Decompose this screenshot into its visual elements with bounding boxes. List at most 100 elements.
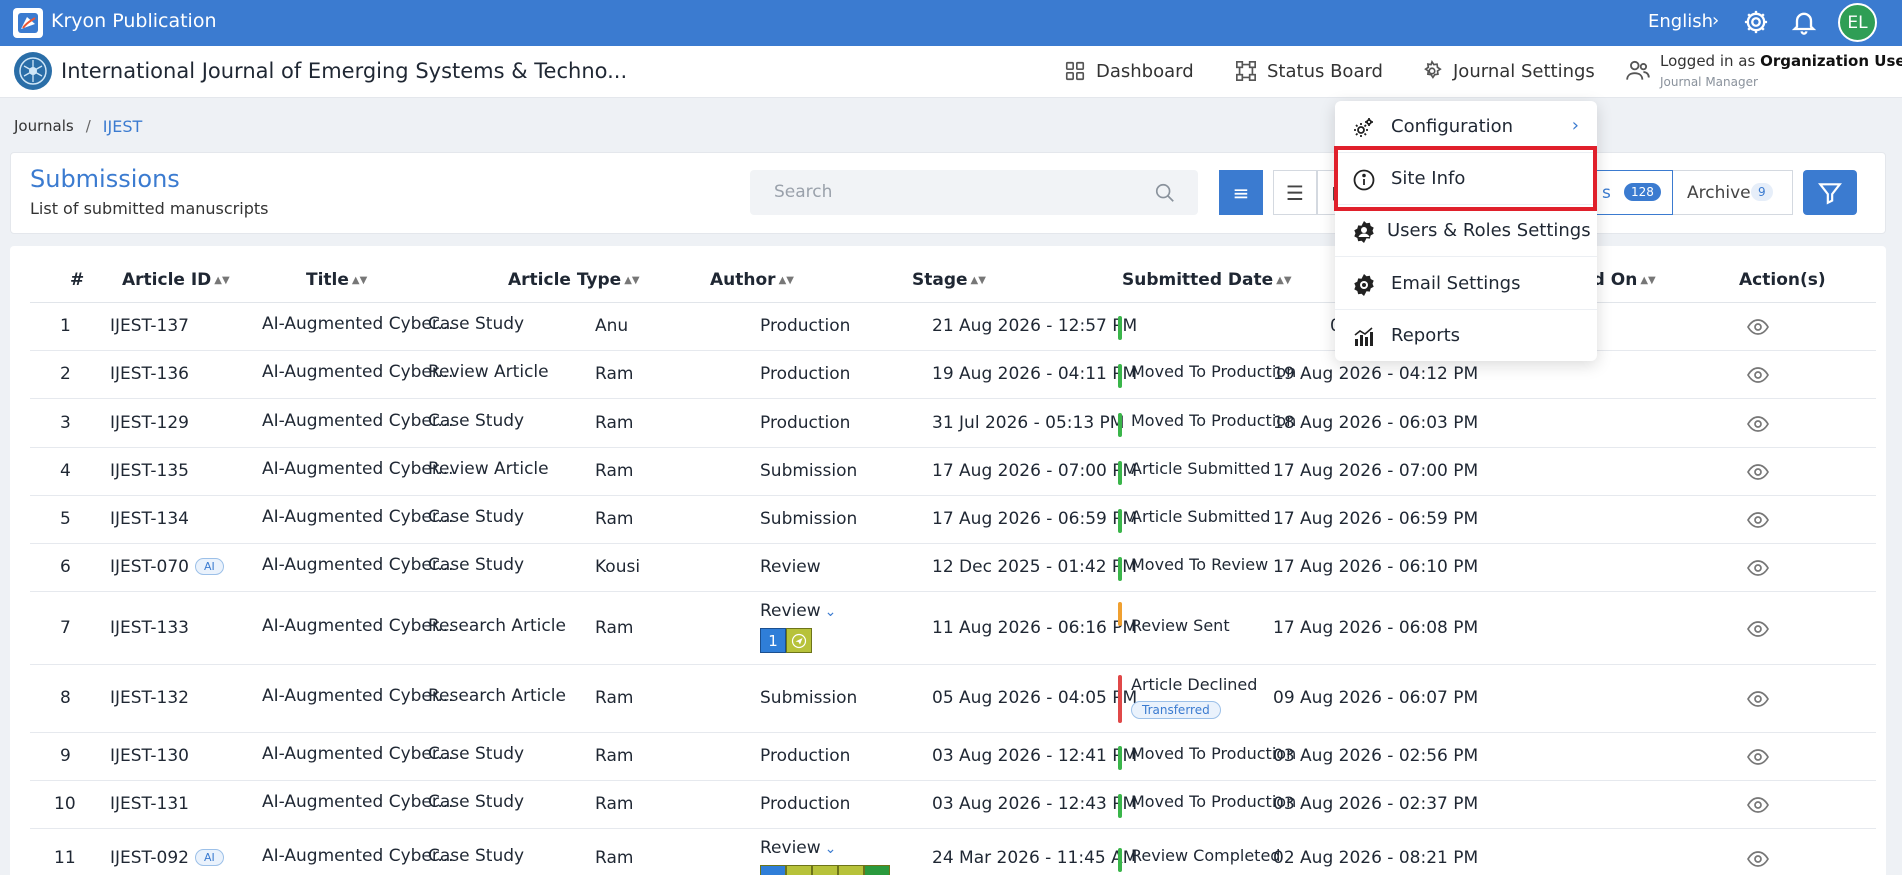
article-title[interactable]: AI-Augmented Cyber...	[262, 744, 454, 764]
article-id[interactable]: IJEST-136	[110, 364, 189, 384]
stage[interactable]: Review ⌄	[760, 838, 836, 858]
article-id[interactable]: IJEST-092 AI	[110, 848, 224, 868]
view-eye-icon[interactable]	[1746, 412, 1770, 436]
table-row[interactable]: 10 IJEST-131 AI-Augmented Cyber... Case Stu…	[30, 781, 1876, 829]
submitted-date: 19 Aug 2026 - 04:11 PM	[932, 364, 1138, 384]
article-id[interactable]: IJEST-130	[110, 746, 189, 766]
status-text: Moved To Production	[1131, 411, 1297, 430]
review-round-indicator[interactable]	[760, 865, 890, 875]
table-row[interactable]: 7 IJEST-133 AI-Augmented Cyber... Research …	[30, 592, 1876, 665]
nav-status-board[interactable]: Status Board	[1235, 60, 1383, 82]
col-article-type[interactable]: Article Type ▲▼	[508, 270, 640, 290]
article-id[interactable]: IJEST-129	[110, 413, 189, 433]
site-info-highlight	[1334, 146, 1597, 211]
stage: Production	[760, 316, 851, 336]
article-title[interactable]: AI-Augmented Cyber...	[262, 459, 454, 479]
table-row[interactable]: 5 IJEST-134 AI-Augmented Cyber... Case Stud…	[30, 496, 1876, 544]
article-id[interactable]: IJEST-137	[110, 316, 189, 336]
author-name: Ram	[595, 461, 634, 481]
table-row[interactable]: 4 IJEST-135 AI-Augmented Cyber... Review Ar…	[30, 448, 1876, 496]
table-row[interactable]: 8 IJEST-132 AI-Augmented Cyber... Research …	[30, 665, 1876, 733]
col-submitted-date[interactable]: Submitted Date ▲▼	[1122, 270, 1292, 290]
updated-on: 19 Aug 2026 - 04:12 PM	[1273, 364, 1479, 384]
view-eye-icon[interactable]	[1746, 847, 1770, 871]
review-round-indicator[interactable]: 1	[760, 628, 812, 653]
view-eye-icon[interactable]	[1746, 617, 1770, 641]
nav-journal-settings[interactable]: Journal Settings	[1421, 60, 1595, 82]
bell-icon[interactable]	[1790, 8, 1818, 36]
article-title[interactable]: AI-Augmented Cyber...	[262, 411, 454, 431]
tab-submissions-label: s	[1602, 183, 1611, 203]
nav-dashboard[interactable]: Dashboard	[1064, 60, 1194, 82]
view-eye-icon[interactable]	[1746, 687, 1770, 711]
article-title[interactable]: AI-Augmented Cyber...	[262, 555, 454, 575]
menu-reports[interactable]: Reports	[1335, 310, 1597, 362]
view-eye-icon[interactable]	[1746, 508, 1770, 532]
user-group-icon	[1626, 60, 1650, 80]
submitted-date: 17 Aug 2026 - 07:00 PM	[932, 461, 1138, 481]
status-indicator	[1118, 602, 1122, 626]
view-eye-icon[interactable]	[1746, 460, 1770, 484]
article-title[interactable]: AI-Augmented Cyber...	[262, 362, 454, 382]
stage: Submission	[760, 509, 858, 529]
author-name: Ram	[595, 509, 634, 529]
chevron-right-icon[interactable]: ›	[1712, 10, 1719, 31]
page-subtitle: List of submitted manuscripts	[30, 199, 269, 218]
submitted-date: 31 Jul 2026 - 05:13 PM	[932, 413, 1125, 433]
article-title[interactable]: AI-Augmented Cyber...	[262, 846, 454, 866]
status-indicator	[1118, 316, 1122, 340]
table-row[interactable]: 11 IJEST-092 AI AI-Augmented Cyber... Case S…	[30, 829, 1876, 875]
table-row[interactable]: 9 IJEST-130 AI-Augmented Cyber... Case Stud…	[30, 733, 1876, 781]
search-input[interactable]: Search	[750, 170, 1198, 215]
article-title[interactable]: AI-Augmented Cyber...	[262, 686, 454, 706]
top-bar: Kryon Publication English › EL	[0, 0, 1902, 46]
kryon-logo[interactable]	[13, 8, 43, 38]
col-article-id[interactable]: Article ID ▲▼	[122, 270, 230, 290]
compact-view-button[interactable]: ☰	[1273, 170, 1317, 215]
view-eye-icon[interactable]	[1746, 793, 1770, 817]
tab-archive[interactable]: Archive	[1687, 183, 1751, 203]
table-row[interactable]: 3 IJEST-129 AI-Augmented Cyber... Case Stud…	[30, 399, 1876, 448]
article-id[interactable]: IJEST-131	[110, 794, 189, 814]
article-title[interactable]: AI-Augmented Cyber...	[262, 792, 454, 812]
language-selector[interactable]: English	[1648, 11, 1713, 32]
view-eye-icon[interactable]	[1746, 315, 1770, 339]
view-eye-icon[interactable]	[1746, 745, 1770, 769]
menu-users-roles[interactable]: Users & Roles Settings	[1335, 205, 1597, 257]
chevron-down-icon[interactable]: ⌄	[825, 841, 837, 857]
col-title[interactable]: Title ▲▼	[306, 270, 367, 290]
article-id[interactable]: IJEST-132	[110, 688, 189, 708]
chevron-down-icon[interactable]: ⌄	[825, 604, 837, 620]
row-number: 6	[60, 557, 71, 577]
updated-on: 17 Aug 2026 - 06:08 PM	[1273, 618, 1479, 638]
article-title[interactable]: AI-Augmented Cyber...	[262, 314, 454, 334]
article-id[interactable]: IJEST-135	[110, 461, 189, 481]
status-indicator	[1118, 794, 1122, 818]
table-row[interactable]: 1 IJEST-137 AI-Augmented Cyber... Case Stud…	[30, 303, 1876, 351]
table-row[interactable]: 2 IJEST-136 AI-Augmented Cyber... Review Ar…	[30, 351, 1876, 399]
gear-icon[interactable]	[1742, 8, 1770, 36]
col-stage[interactable]: Stage ▲▼	[912, 270, 986, 290]
row-number: 9	[60, 746, 71, 766]
article-id[interactable]: IJEST-134	[110, 509, 189, 529]
table-row[interactable]: 6 IJEST-070 AI AI-Augmented Cyber... Case St…	[30, 544, 1876, 592]
journal-settings-dropdown: Configuration › Site Info Users & Roles …	[1335, 101, 1597, 361]
filter-button[interactable]	[1803, 170, 1857, 215]
view-eye-icon[interactable]	[1746, 556, 1770, 580]
article-id[interactable]: IJEST-070 AI	[110, 557, 224, 577]
view-eye-icon[interactable]	[1746, 363, 1770, 387]
breadcrumb-journals[interactable]: Journals	[14, 117, 74, 136]
tab-submissions[interactable]: s 128	[1587, 170, 1673, 215]
list-view-button[interactable]: ≡	[1219, 170, 1263, 215]
article-title[interactable]: AI-Augmented Cyber...	[262, 507, 454, 527]
status-indicator	[1118, 461, 1122, 485]
user-avatar[interactable]: EL	[1838, 3, 1877, 42]
article-title[interactable]: AI-Augmented Cyber...	[262, 616, 454, 636]
stage[interactable]: Review ⌄	[760, 601, 836, 621]
menu-email-settings[interactable]: Email Settings	[1335, 258, 1597, 310]
article-type: Research Article	[428, 686, 566, 706]
search-icon[interactable]	[1154, 182, 1176, 204]
breadcrumb-current[interactable]: IJEST	[103, 117, 142, 136]
article-id[interactable]: IJEST-133	[110, 618, 189, 638]
col-author[interactable]: Author ▲▼	[710, 270, 794, 290]
